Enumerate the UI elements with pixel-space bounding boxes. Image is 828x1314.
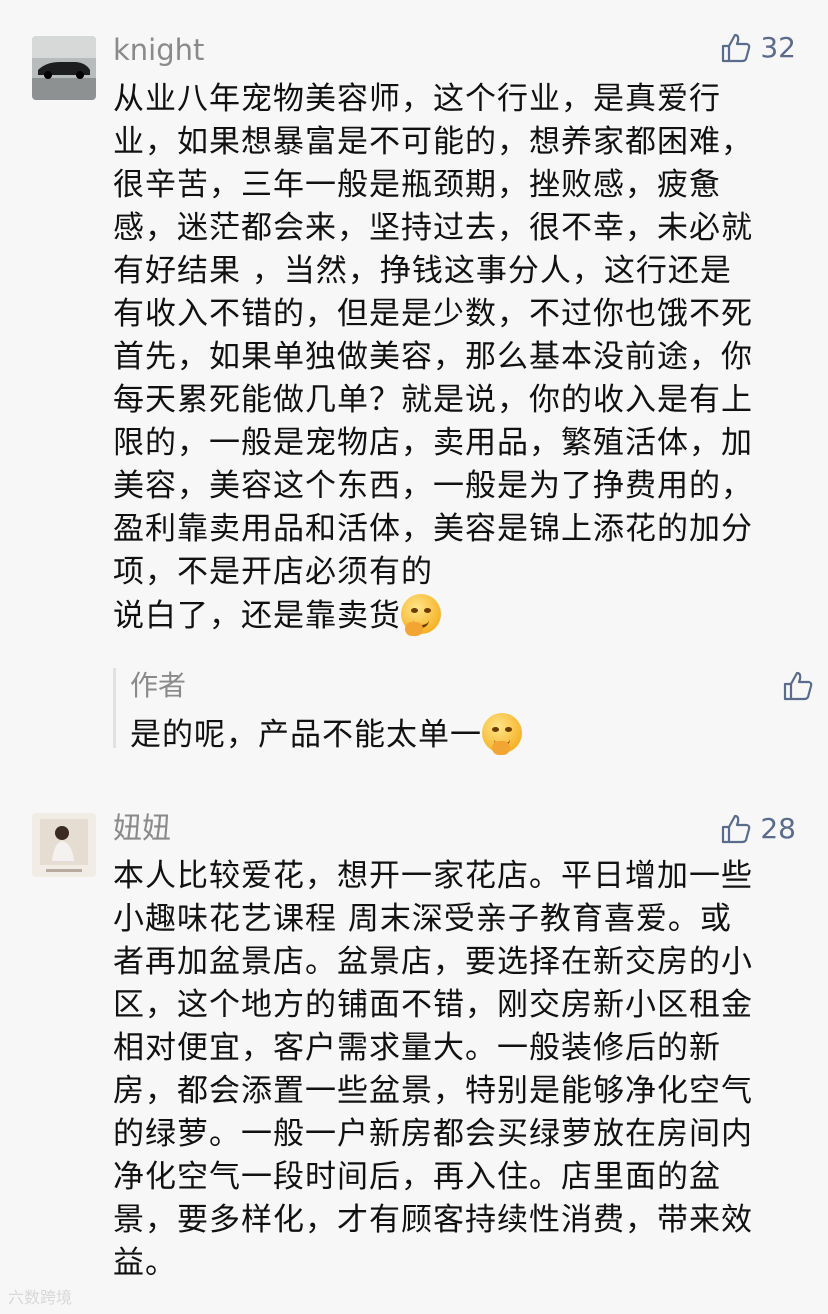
thumbs-up-icon bbox=[722, 33, 751, 62]
author-reply: 作者 是的呢，产品不能太单一 bbox=[113, 668, 820, 755]
comment-line: 美容，美容这个东西，一般是为了挣费用的， bbox=[113, 468, 753, 504]
comment-line: 首先，如果单独做美容，那么基本没前途，你 bbox=[113, 339, 753, 375]
reply-thumbs-up-icon[interactable] bbox=[782, 670, 814, 702]
comment-line: 本人比较爱花，想开一家花店。平日增加一些 bbox=[113, 858, 753, 894]
comment-line: 小趣味花艺课程 周末深受亲子教育喜爱。或 bbox=[113, 901, 732, 937]
reply-author: 作者 bbox=[130, 669, 187, 702]
like-button[interactable]: 28 bbox=[720, 812, 796, 845]
thinking-emoji-icon bbox=[482, 713, 522, 755]
comment-line: 有收入不错的，但是是少数，不过你也饿不死 bbox=[113, 296, 753, 332]
thumbs-up-icon bbox=[722, 814, 751, 843]
comment-line: 景，要多样化，才有顾客持续性消费，带来效 bbox=[113, 1202, 753, 1238]
comment-line: 说白了，还是靠卖货 bbox=[113, 598, 401, 634]
comment-line: 益。 bbox=[113, 1245, 177, 1281]
comment-line: 限的，一般是宠物店，卖用品，繁殖活体，加 bbox=[113, 425, 753, 461]
like-count: 32 bbox=[760, 31, 796, 64]
reply-text-content: 是的呢，产品不能太单一 bbox=[130, 717, 482, 753]
like-button[interactable]: 32 bbox=[720, 31, 796, 64]
comment-text: 本人比较爱花，想开一家花店。平日增加一些 小趣味花艺课程 周末深受亲子教育喜爱。… bbox=[113, 855, 793, 1285]
username: knight bbox=[113, 33, 205, 67]
comment-line: 相对便宜，客户需求量大。一般装修后的新 bbox=[113, 1030, 721, 1066]
comment-line: 区，这个地方的铺面不错，刚交房新小区租金 bbox=[113, 987, 753, 1023]
watermark: 六数跨境 bbox=[8, 1288, 73, 1307]
comment-line: 的绿萝。一般一户新房都会买绿萝放在房间内 bbox=[113, 1116, 753, 1152]
facepalm-emoji-icon bbox=[401, 594, 441, 636]
avatar[interactable] bbox=[32, 36, 96, 100]
comment-line: 者再加盆景店。盆景店，要选择在新交房的小 bbox=[113, 944, 753, 980]
avatar[interactable] bbox=[32, 813, 96, 877]
username: 妞妞 bbox=[113, 811, 172, 845]
comment-line: 每天累死能做几单？就是说，你的收入是有上 bbox=[113, 382, 753, 418]
reply-text: 是的呢，产品不能太单一 bbox=[130, 710, 820, 760]
comment-line: 业，如果想暴富是不可能的，想养家都困难， bbox=[113, 124, 753, 160]
comment-line: 盈利靠卖用品和活体，美容是锦上添花的加分 bbox=[113, 511, 753, 547]
comment-line: 感，迷茫都会来，坚持过去，很不幸，未必就 bbox=[113, 210, 753, 246]
comment-line: 从业八年宠物美容师，这个行业，是真爱行 bbox=[113, 81, 721, 117]
comment-line: 很辛苦，三年一般是瓶颈期，挫败感，疲惫 bbox=[113, 167, 721, 203]
comment-line: 项，不是开店必须有的 bbox=[113, 554, 433, 590]
comment-line: 有好结果 ，当然，挣钱这事分人，这行还是 bbox=[113, 253, 732, 289]
comment-line: 房，都会添置一些盆景，特别是能够净化空气 bbox=[113, 1073, 753, 1109]
comment-line: 净化空气一段时间后，再入住。店里面的盆 bbox=[113, 1159, 721, 1195]
comment-text: 从业八年宠物美容师，这个行业，是真爱行 业，如果想暴富是不可能的，想养家都困难，… bbox=[113, 78, 793, 638]
like-count: 28 bbox=[760, 812, 796, 845]
